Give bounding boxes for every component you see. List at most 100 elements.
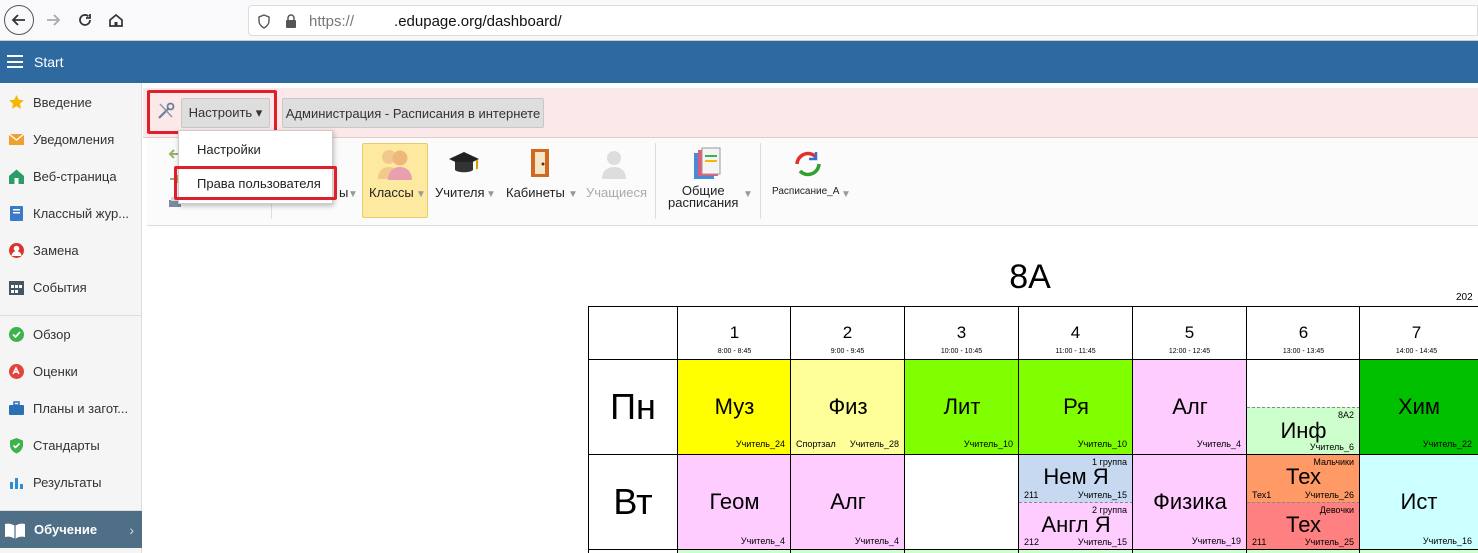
- highlight-frame: [174, 166, 337, 200]
- arrow-right-icon: [47, 14, 61, 26]
- general-timetables-caret[interactable]: ▼: [743, 185, 753, 200]
- url-text: https://.edupage.org/dashboard/: [309, 13, 562, 30]
- sidebar-item-label: Результаты: [33, 475, 102, 490]
- classes-caret[interactable]: ▼: [416, 185, 426, 200]
- sidebar-item-substitution[interactable]: Замена: [0, 232, 142, 269]
- home-icon: [9, 169, 24, 184]
- timetable-selector-label: Расписание_А: [772, 186, 840, 197]
- arrow-left-icon: [11, 14, 25, 26]
- sidebar-item-overview[interactable]: Обзор: [0, 316, 142, 353]
- sidebar-item-label: Замена: [33, 243, 79, 258]
- timetable-title: 8А: [1009, 258, 1051, 296]
- grades-icon: [9, 364, 24, 379]
- teachers-caret[interactable]: ▼: [486, 185, 496, 200]
- journal-icon: [10, 206, 23, 221]
- lesson-cell[interactable]: Физ Спортзал Учитель_28: [791, 360, 905, 455]
- sidebar-item-notifications[interactable]: Уведомления: [0, 121, 142, 158]
- timetables-icon: [694, 147, 721, 179]
- period-number: 1: [729, 323, 740, 342]
- grid-line: [677, 306, 678, 553]
- teachers-label: Учителя: [435, 185, 485, 200]
- sidebar-item-standards[interactable]: Стандарты: [0, 427, 142, 464]
- lesson-cell[interactable]: 2 группа Англ Я 212 Учитель_15: [1019, 502, 1133, 550]
- grid-line: [790, 306, 791, 553]
- sidebar-item-results[interactable]: Результаты: [0, 464, 142, 501]
- sidebar-item-intro[interactable]: Введение: [0, 84, 142, 121]
- period-time: 11:00 - 11:45: [1055, 348, 1096, 355]
- menu-item-settings[interactable]: Настройки: [197, 142, 261, 157]
- sidebar-item-label: Планы и загот...: [33, 401, 129, 416]
- back-button[interactable]: [4, 5, 34, 35]
- lesson-cell[interactable]: 8А2 Инф Учитель_6: [1247, 407, 1360, 455]
- app-header: Start: [0, 41, 1478, 83]
- reload-icon: [79, 14, 91, 26]
- lesson-cell[interactable]: Девочки Тех 211 Учитель_25: [1247, 502, 1360, 550]
- ribbon-caret[interactable]: ▼: [348, 185, 358, 200]
- lesson-cell[interactable]: Физика Учитель_19: [1133, 455, 1247, 550]
- grid-line: [1246, 306, 1247, 553]
- chevron-right-icon: ›: [129, 521, 134, 538]
- sidebar-item-class-journal[interactable]: Классный жур...: [0, 195, 142, 232]
- period-time: 10:00 - 10:45: [940, 348, 983, 355]
- day-label: Вт: [613, 481, 653, 522]
- address-bar[interactable]: https://.edupage.org/dashboard/: [248, 5, 1478, 36]
- period-number: 2: [842, 323, 853, 342]
- grid-line: [904, 306, 905, 553]
- day-label: Пн: [610, 386, 656, 427]
- sidebar-item-label: События: [33, 280, 87, 295]
- sidebar-item-plans[interactable]: Планы и загот...: [0, 390, 142, 427]
- period-number: 7: [1411, 323, 1422, 342]
- graduation-cap-icon: [449, 152, 479, 173]
- lesson-cell[interactable]: Ря Учитель_10: [1019, 360, 1133, 455]
- period-number: 6: [1298, 323, 1309, 342]
- lesson-cell[interactable]: Алг Учитель_4: [791, 455, 905, 550]
- grid-line: [588, 359, 1478, 360]
- ribbon-divider: [760, 143, 761, 219]
- ribbon-partial-label: ы: [339, 185, 349, 200]
- sidebar-item-label: Стандарты: [33, 438, 100, 453]
- timetable-year: 202: [1456, 292, 1473, 303]
- grid-line: [588, 306, 1478, 307]
- lesson-cell[interactable]: Ист Учитель_16: [1360, 455, 1478, 550]
- reload-button[interactable]: [70, 5, 100, 35]
- lesson-cell[interactable]: 1 группа Нем Я 211 Учитель_15: [1019, 455, 1133, 502]
- menu-icon[interactable]: [7, 55, 23, 68]
- forward-button[interactable]: [38, 5, 68, 35]
- home-icon: [109, 13, 123, 27]
- sidebar-item-webpage[interactable]: Веб-страница: [0, 158, 142, 195]
- refresh-cycle-icon: [795, 151, 821, 177]
- students-label: Учащиеся: [586, 185, 647, 200]
- classes-label: Классы: [369, 185, 414, 200]
- lesson-cell[interactable]: Хим Учитель_22: [1360, 360, 1478, 455]
- shield-icon: [258, 14, 270, 29]
- rooms-caret[interactable]: ▼: [568, 185, 578, 200]
- timetable-selector-caret[interactable]: ▼: [841, 185, 851, 200]
- sidebar-item-grades[interactable]: Оценки: [0, 353, 142, 390]
- period-time: 14:00 - 14:45: [1395, 348, 1438, 355]
- period-number: 3: [956, 323, 967, 342]
- lesson-cell[interactable]: Муз Учитель_24: [678, 360, 791, 455]
- period-number: 4: [1070, 323, 1081, 342]
- lesson-cell[interactable]: Алг Учитель_4: [1133, 360, 1247, 455]
- sidebar-item-label: Уведомления: [33, 132, 115, 147]
- student-icon: [602, 151, 626, 179]
- sidebar-item-events[interactable]: События: [0, 269, 142, 306]
- period-time: 12:00 - 12:45: [1168, 348, 1211, 355]
- sidebar-item-label: Оценки: [33, 364, 78, 379]
- sidebar-item-label: Веб-страница: [33, 169, 117, 184]
- admin-timetables-button[interactable]: Администрация - Расписания в интернете: [282, 98, 544, 128]
- bar-chart-icon: [10, 478, 23, 489]
- lock-icon: [286, 14, 296, 28]
- home-button[interactable]: [101, 5, 131, 35]
- grid-line: [1018, 306, 1019, 553]
- grid-line: [1132, 306, 1133, 553]
- check-circle-icon: [9, 327, 24, 342]
- lesson-cell[interactable]: Мальчики Тех Тех1 Учитель_26: [1247, 455, 1360, 502]
- lesson-cell[interactable]: Лит Учитель_10: [905, 360, 1019, 455]
- app-title[interactable]: Start: [34, 54, 64, 70]
- lesson-cell[interactable]: Геом Учитель_4: [678, 455, 791, 550]
- envelope-icon: [8, 133, 25, 145]
- sidebar-item-label: Классный жур...: [33, 206, 130, 221]
- highlight-frame: [147, 90, 277, 134]
- sidebar-item-learning[interactable]: Обучение ›: [0, 511, 142, 548]
